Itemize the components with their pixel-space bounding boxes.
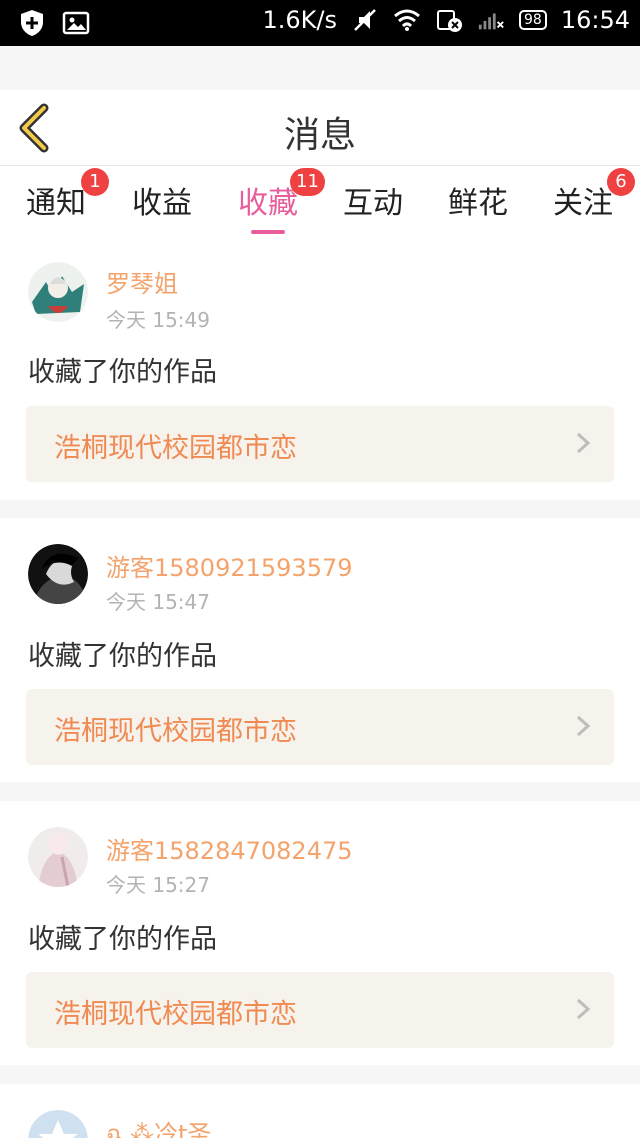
shield-plus-icon: [18, 9, 46, 37]
avatar[interactable]: [28, 544, 88, 604]
unread-badge: 1: [81, 168, 109, 196]
chevron-right-icon: [576, 998, 591, 1020]
work-link[interactable]: 浩桐现代校园都市恋: [26, 406, 614, 482]
status-bar: 1.6K/s 98 16:54: [0, 0, 640, 46]
chevron-right-icon: [576, 432, 591, 454]
tab-notifications[interactable]: 通知 1: [26, 168, 109, 222]
signal-icon: [477, 6, 505, 34]
username[interactable]: 游客1580921593579: [106, 548, 353, 583]
work-title: 浩桐现代校园都市恋: [54, 999, 297, 1030]
username[interactable]: 游客1582847082475: [106, 831, 353, 866]
work-title: 浩桐现代校园都市恋: [54, 433, 297, 464]
avatar[interactable]: [28, 827, 88, 887]
message-item: 游客1582847082475 今天 15:27 收藏了你的作品 浩桐现代校园都…: [0, 801, 640, 1065]
mute-icon: [351, 6, 379, 34]
tab-earnings[interactable]: 收益: [132, 178, 192, 222]
work-title: 浩桐现代校园都市恋: [54, 716, 297, 747]
clock: 16:54: [560, 6, 630, 34]
sim-off-icon: [435, 6, 463, 34]
tab-follows[interactable]: 关注 6: [553, 168, 635, 222]
username[interactable]: ฉ ⁂冷t圣: [106, 1114, 211, 1138]
timestamp: 今天 15:49: [106, 308, 210, 332]
message-text: 收藏了你的作品: [28, 924, 217, 955]
avatar[interactable]: [28, 1110, 88, 1138]
tab-label: 收益: [132, 186, 192, 221]
work-link[interactable]: 浩桐现代校园都市恋: [26, 689, 614, 765]
tab-label: 通知: [26, 186, 86, 221]
tab-flowers[interactable]: 鲜花: [448, 178, 508, 222]
message-item: 罗琴姐 今天 15:49 收藏了你的作品 浩桐现代校园都市恋: [0, 236, 640, 500]
tab-bar: 通知 1 收益 收藏 11 互动 鲜花 关注 6: [0, 166, 640, 236]
tab-interactions[interactable]: 互动: [343, 178, 403, 222]
tab-label: 关注: [553, 186, 613, 221]
chevron-right-icon: [576, 715, 591, 737]
tab-favorites[interactable]: 收藏 11: [238, 168, 325, 234]
username[interactable]: 罗琴姐: [106, 264, 178, 299]
message-text: 收藏了你的作品: [28, 357, 217, 388]
avatar[interactable]: [28, 262, 88, 322]
network-speed: 1.6K/s: [262, 6, 338, 34]
page-title: 消息: [283, 115, 356, 156]
timestamp: 今天 15:27: [106, 873, 210, 897]
timestamp: 今天 15:47: [106, 590, 210, 614]
unread-badge: 11: [290, 168, 325, 196]
work-link[interactable]: 浩桐现代校园都市恋: [26, 972, 614, 1048]
tab-label: 互动: [343, 186, 403, 221]
battery-level: 98: [519, 10, 547, 30]
tab-label: 收藏: [238, 186, 298, 221]
unread-badge: 6: [607, 168, 635, 196]
message-item: ฉ ⁂冷t圣: [0, 1084, 640, 1138]
message-text: 收藏了你的作品: [28, 641, 217, 672]
top-bar: 消息: [0, 90, 640, 166]
wifi-icon: [393, 6, 421, 34]
image-icon: [62, 9, 90, 37]
tab-label: 鲜花: [448, 186, 508, 221]
message-item: 游客1580921593579 今天 15:47 收藏了你的作品 浩桐现代校园都…: [0, 518, 640, 782]
active-tab-indicator: [251, 230, 285, 234]
